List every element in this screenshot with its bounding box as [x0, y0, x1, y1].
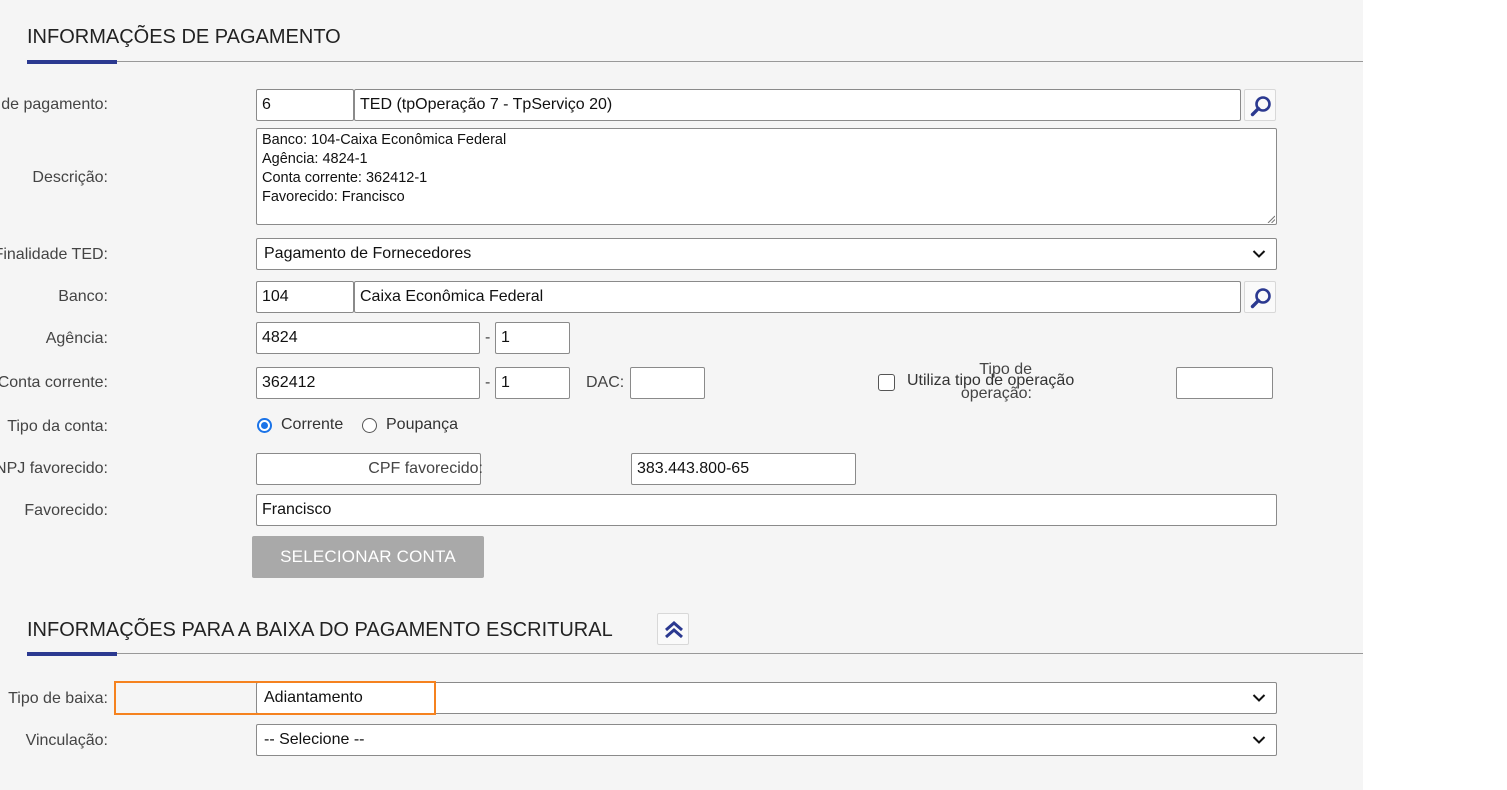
dac-label: DAC: [586, 374, 625, 391]
tipo-operacao-label-line2: operação: [960, 385, 1032, 402]
radio-poupanca-label: Poupança [386, 416, 459, 433]
conta-corrente-label: Conta corrente: [0, 374, 108, 391]
section-divider [27, 653, 1363, 654]
radio-corrente[interactable] [257, 418, 272, 433]
cpf-favorecido-input[interactable]: 383.443.800-65 [631, 453, 856, 485]
forma-pagamento-name-input[interactable]: TED (tpOperação 7 - TpServiço 20) [354, 89, 1241, 121]
chevron-down-icon [1252, 694, 1266, 702]
descricao-line: Conta corrente: 362412-1 [262, 170, 428, 186]
favorecido-label: Favorecido: [24, 502, 108, 519]
section-title-baixa: INFORMAÇÕES PARA A BAIXA DO PAGAMENTO ES… [27, 619, 613, 641]
cpf-favorecido-label: CPF favorecido: [368, 460, 483, 477]
tipo-operacao-label-line1: Tipo de [979, 361, 1032, 378]
agencia-input[interactable]: 4824 [256, 322, 480, 354]
section-accent-bar [27, 652, 117, 656]
chevron-down-icon [1252, 736, 1266, 744]
descricao-label: Descrição: [32, 169, 108, 186]
vinculacao-select[interactable]: -- Selecione -- [256, 724, 1277, 756]
cnpj-favorecido-label: CNPJ favorecido: [0, 460, 108, 477]
selecionar-conta-button[interactable]: SELECIONAR CONTA [252, 536, 484, 578]
favorecido-input[interactable]: Francisco [256, 494, 1277, 526]
agencia-digit-input[interactable]: 1 [495, 322, 570, 354]
descricao-line: Banco: 104-Caixa Econômica Federal [262, 132, 507, 148]
forma-pagamento-code-input[interactable]: 6 [256, 89, 354, 121]
chevron-down-icon [1252, 250, 1266, 258]
section-title-payment: INFORMAÇÕES DE PAGAMENTO [27, 26, 341, 48]
vinculacao-label: Vinculação: [25, 732, 108, 749]
descricao-line: Favorecido: Francisco [262, 189, 405, 205]
tipo-baixa-label: Tipo de baixa: [8, 690, 108, 707]
banco-name-input[interactable]: Caixa Econômica Federal [354, 281, 1241, 313]
forma-pagamento-search-button[interactable] [1244, 89, 1276, 121]
search-icon [1250, 288, 1271, 309]
utiliza-tipo-operacao-checkbox[interactable] [878, 374, 895, 391]
resize-grip-icon[interactable] [1267, 215, 1275, 223]
search-icon [1250, 96, 1271, 117]
tipo-baixa-highlight [114, 681, 436, 715]
finalidade-ted-value: Pagamento de Fornecedores [264, 245, 472, 262]
forma-pagamento-label: Forma de pagamento: [0, 96, 108, 113]
form-panel: INFORMAÇÕES DE PAGAMENTO Forma de pagame… [0, 0, 1363, 790]
descricao-line: Agência: 4824-1 [262, 151, 368, 167]
section-divider [27, 61, 1363, 62]
agencia-separator: - [485, 329, 491, 346]
banco-code-input[interactable]: 104 [256, 281, 354, 313]
banco-label: Banco: [58, 288, 108, 305]
radio-corrente-label: Corrente [281, 416, 344, 433]
finalidade-ted-select[interactable]: Pagamento de Fornecedores [256, 238, 1277, 270]
conta-corrente-separator: - [485, 374, 491, 391]
agencia-label: Agência: [45, 330, 108, 347]
finalidade-ted-label: Finalidade TED: [0, 246, 108, 263]
banco-search-button[interactable] [1244, 281, 1276, 313]
tipo-operacao-input[interactable] [1176, 367, 1273, 399]
tipo-conta-label: Tipo da conta: [7, 418, 108, 435]
double-chevron-up-icon [665, 621, 683, 639]
conta-corrente-input[interactable]: 362412 [256, 367, 480, 399]
conta-corrente-digit-input[interactable]: 1 [495, 367, 570, 399]
descricao-textarea[interactable]: Banco: 104-Caixa Econômica Federal Agênc… [256, 128, 1277, 225]
dac-input[interactable] [630, 367, 705, 399]
vinculacao-value: -- Selecione -- [264, 731, 365, 748]
section-accent-bar [27, 60, 117, 64]
radio-poupanca[interactable] [362, 418, 377, 433]
collapse-section-button[interactable] [657, 613, 689, 645]
